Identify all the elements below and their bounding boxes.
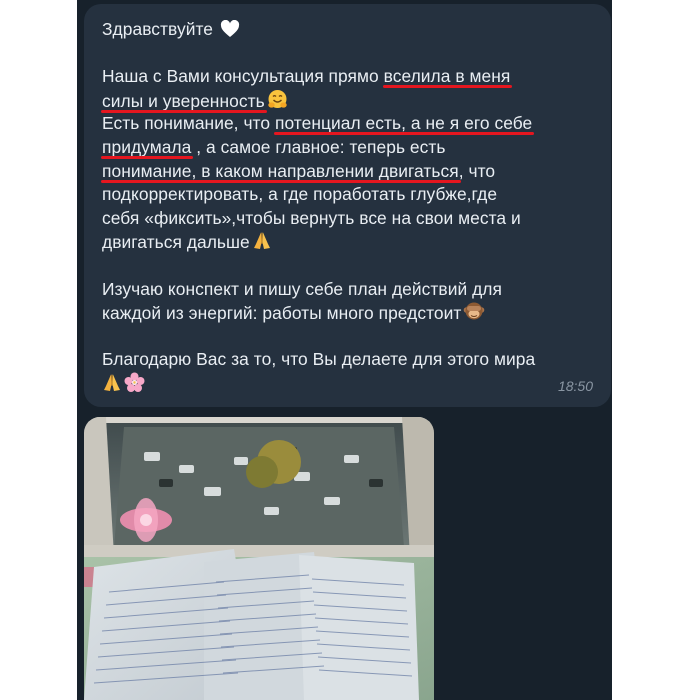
photo-image bbox=[84, 417, 434, 700]
text-span: Есть понимание, что bbox=[102, 113, 275, 134]
text-span: Наша с Вами консультация прямо bbox=[102, 66, 384, 87]
text-line: двигаться дальше bbox=[102, 230, 593, 254]
text-line: Изучаю конспект и пишу себе план действи… bbox=[102, 278, 502, 299]
message-timestamp: 18:50 bbox=[557, 378, 593, 394]
text-line: подкорректировать, а где поработать глуб… bbox=[102, 184, 498, 205]
text-span: , а самое главное: теперь есть bbox=[191, 136, 446, 157]
text-line: каждой из энергий: работы много предстои… bbox=[102, 301, 593, 325]
text-span: , что bbox=[458, 160, 496, 181]
underlined-phrase: придумала bbox=[102, 136, 192, 157]
text-line: Наша с Вами консультация прямо вселила в… bbox=[102, 65, 593, 89]
folded-hands-icon bbox=[102, 372, 122, 400]
underlined-phrase: потенциал есть, а не я его себе bbox=[274, 113, 533, 134]
text-line bbox=[102, 372, 593, 396]
greeting-text: Здравствуйте bbox=[102, 19, 214, 39]
text-span: двигаться дальше bbox=[102, 232, 250, 253]
white-heart-icon bbox=[220, 19, 240, 45]
folded-hands-icon bbox=[252, 230, 272, 258]
text-line: Благодарю Вас за то, что Вы делаете для … bbox=[102, 349, 536, 370]
cherry-blossom-icon bbox=[124, 372, 145, 400]
text-span: каждой из энергий: работы много предстои… bbox=[102, 303, 462, 324]
see-no-evil-monkey-icon bbox=[463, 301, 485, 329]
underlined-phrase: понимание, в каком направлении двигаться bbox=[102, 160, 459, 181]
message-text: Здравствуйте Наша с Вами консультация пр… bbox=[102, 18, 593, 396]
text-line: Есть понимание, что потенциал есть, а не… bbox=[102, 112, 593, 136]
attached-photo[interactable] bbox=[84, 417, 434, 700]
text-line: придумала , а самое главное: теперь есть bbox=[102, 136, 593, 160]
underlined-phrase: вселила в меня bbox=[383, 66, 511, 87]
message-bubble[interactable]: Здравствуйте Наша с Вами консультация пр… bbox=[84, 4, 611, 407]
text-line: себя «фиксить»,чтобы вернуть все на свои… bbox=[102, 207, 521, 228]
text-line: понимание, в каком направлении двигаться… bbox=[102, 160, 593, 184]
text-line: силы и уверенность bbox=[102, 89, 593, 113]
underlined-phrase: силы и уверенность bbox=[102, 90, 265, 111]
greeting-line: Здравствуйте bbox=[102, 18, 593, 42]
